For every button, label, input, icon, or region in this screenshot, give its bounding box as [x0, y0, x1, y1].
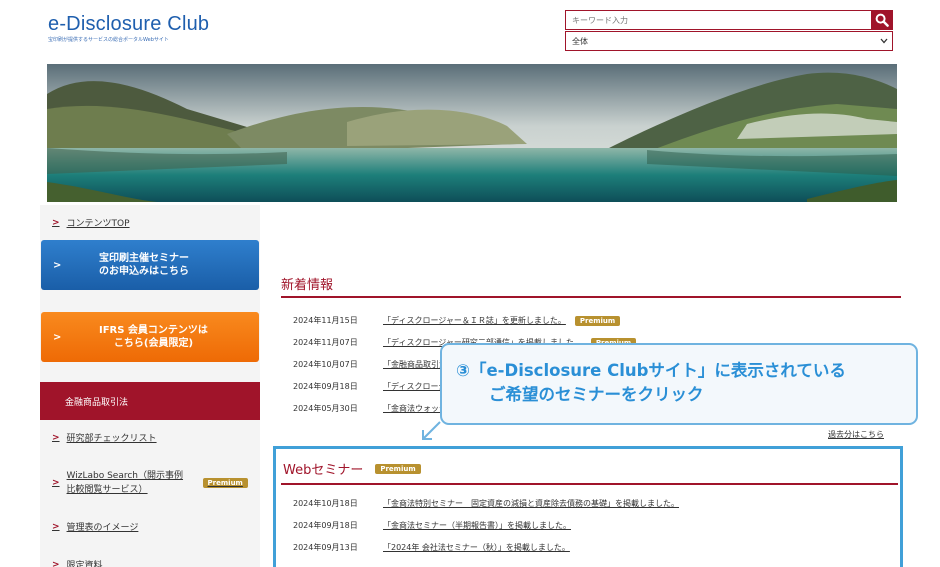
- chevron-right-icon: >: [52, 432, 60, 443]
- search-button[interactable]: [871, 10, 893, 30]
- ifrs-member-content-button[interactable]: > IFRS 会員コンテンツは こちら(会員限定): [41, 312, 259, 362]
- news-item: 2024年10月07日 「金融商品取引法: [293, 359, 456, 370]
- seminar-item: 2024年10月18日 「金商法特別セミナー 固定資産の減損と資産除去債務の基礎…: [293, 498, 688, 509]
- sidebar-item-label: 管理表のイメージ: [66, 523, 139, 533]
- sidebar-item-management-table[interactable]: > 管理表のイメージ: [52, 520, 139, 534]
- search-scope-select[interactable]: 全体: [565, 31, 893, 51]
- seminar-date: 2024年09月18日: [293, 521, 358, 530]
- ifrs-button-line2: こちら(会員限定): [113, 338, 194, 349]
- news-date: 2024年11月07日: [293, 338, 358, 347]
- search-icon: [875, 13, 889, 27]
- seminar-date: 2024年09月13日: [293, 543, 358, 552]
- sidebar-item-limited-materials[interactable]: > 限定資料: [52, 558, 103, 567]
- sidebar-item-wizlabo-search[interactable]: > WizLabo Search（開示事例 比較閲覧サービス） Premium: [52, 469, 248, 497]
- seminar-application-button[interactable]: > 宝印刷主催セミナー のお申込みはこちら: [41, 240, 259, 290]
- past-news-link[interactable]: 過去分はこちら: [828, 429, 884, 440]
- web-seminar-title-text: Webセミナー: [283, 463, 364, 478]
- seminar-button-line2: のお申込みはこちら: [99, 266, 189, 277]
- premium-badge: Premium: [375, 463, 421, 474]
- sidebar-item-checklist[interactable]: > 研究部チェックリスト: [52, 431, 157, 445]
- news-item: 2024年05月30日 「金商法ウォッチ: [293, 403, 456, 414]
- news-link[interactable]: 「ディスクロージャー＆ＩＲ誌」を更新しました。: [383, 315, 566, 326]
- news-divider: [281, 296, 901, 298]
- callout-pointer-icon: [422, 421, 441, 440]
- news-link[interactable]: 「金融商品取引法: [383, 359, 447, 370]
- chevron-right-icon: >: [53, 331, 62, 343]
- search-input[interactable]: [565, 10, 871, 30]
- seminar-link[interactable]: 「2024年 会社法セミナー（秋）」を掲載しました。: [383, 542, 570, 553]
- callout-line1: ③「e-Disclosure Clubサイト」に表示されている: [456, 361, 846, 380]
- news-link[interactable]: 「金商法ウォッチ: [383, 403, 447, 414]
- logo-subtitle: 宝印刷が提供するサービスの総合ポータルWebサイト: [48, 37, 169, 43]
- sidebar-item-label: 限定資料: [66, 561, 103, 567]
- category-header: 金融商品取引法: [40, 382, 260, 420]
- ifrs-button-line1: IFRS 会員コンテンツは: [99, 325, 208, 336]
- web-seminar-title: Webセミナー Premium: [283, 459, 421, 478]
- web-seminar-highlight-box: Webセミナー Premium 2024年10月18日 「金商法特別セミナー 固…: [273, 446, 903, 567]
- sidebar-item-label: 研究部チェックリスト: [66, 434, 157, 444]
- seminar-date: 2024年10月18日: [293, 499, 358, 508]
- site-logo[interactable]: e-Disclosure Club 宝印刷が提供するサービスの総合ポータルWeb…: [48, 13, 209, 43]
- sidebar-item-label-line2: 比較閲覧サービス）: [66, 485, 148, 495]
- seminar-item: 2024年09月18日 「金商法セミナー（半期報告書）」を掲載しました。: [293, 520, 580, 531]
- seminar-link[interactable]: 「金商法特別セミナー 固定資産の減損と資産除去債務の基礎」を掲載しました。: [383, 498, 679, 509]
- sidebar-item-contents-top[interactable]: > コンテンツTOP: [52, 216, 130, 230]
- chevron-down-icon: [880, 38, 888, 44]
- news-date: 2024年11月15日: [293, 316, 358, 325]
- hero-landscape-image: [47, 64, 897, 202]
- chevron-right-icon: >: [52, 478, 60, 488]
- sidebar-item-label: コンテンツTOP: [66, 219, 130, 229]
- news-date: 2024年09月18日: [293, 382, 358, 391]
- web-seminar-divider: [281, 483, 898, 485]
- premium-badge: Premium: [202, 478, 248, 488]
- premium-badge: Premium: [574, 315, 621, 326]
- logo-title: e-Disclosure Club: [48, 13, 210, 35]
- chevron-right-icon: >: [52, 217, 60, 228]
- chevron-right-icon: >: [52, 559, 60, 567]
- callout-line2: ご希望のセミナーをクリック: [489, 385, 704, 404]
- news-section-title: 新着情報: [281, 278, 334, 293]
- search-scope-value: 全体: [572, 36, 588, 46]
- seminar-link[interactable]: 「金商法セミナー（半期報告書）」を掲載しました。: [383, 520, 571, 531]
- seminar-button-line1: 宝印刷主催セミナー: [99, 253, 189, 264]
- instruction-callout: ③「e-Disclosure Clubサイト」に表示されている ご希望のセミナー…: [440, 343, 918, 425]
- search-box: 全体: [565, 10, 893, 51]
- news-date: 2024年10月07日: [293, 360, 358, 369]
- seminar-item: 2024年09月13日 「2024年 会社法セミナー（秋）」を掲載しました。: [293, 542, 579, 553]
- news-item: 2024年11月15日 「ディスクロージャー＆ＩＲ誌」を更新しました。 Prem…: [293, 315, 621, 326]
- chevron-right-icon: >: [52, 521, 60, 532]
- news-date: 2024年05月30日: [293, 404, 358, 413]
- page: e-Disclosure Club 宝印刷が提供するサービスの総合ポータルWeb…: [0, 0, 940, 567]
- chevron-right-icon: >: [53, 259, 62, 271]
- sidebar-item-label-line1: WizLabo Search（開示事例: [66, 471, 184, 481]
- sidebar: > コンテンツTOP > 宝印刷主催セミナー のお申込みはこちら > IFRS …: [40, 205, 260, 567]
